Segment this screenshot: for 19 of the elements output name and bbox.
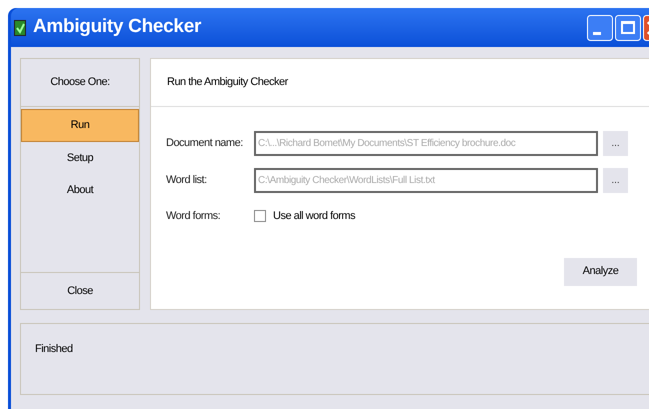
- checkbox[interactable]: [254, 210, 266, 222]
- sidebar-item[interactable]: Setup: [21, 142, 139, 174]
- panel-header: Run the Ambiguity Checker: [167, 75, 288, 90]
- sidebar-item[interactable]: Run: [21, 109, 139, 142]
- browse-button[interactable]: ...: [603, 168, 628, 193]
- maximize-icon[interactable]: [615, 14, 641, 40]
- minimize-icon[interactable]: [587, 14, 613, 40]
- window-title: Ambiguity Checker: [33, 15, 202, 40]
- field-label: Document name:: [166, 136, 244, 152]
- status-text: Finished: [35, 343, 73, 355]
- close-button[interactable]: Close: [21, 272, 139, 309]
- analyze-button[interactable]: Analyze: [564, 258, 637, 286]
- checkbox-label: Use all word forms: [273, 209, 356, 224]
- sidebar-item[interactable]: About: [21, 174, 139, 206]
- browse-button[interactable]: ...: [603, 131, 628, 156]
- sidebar-header: Choose One:: [50, 75, 110, 90]
- field-label: Word forms:: [166, 209, 222, 224]
- app-icon: [14, 20, 26, 36]
- field-label: Word list:: [166, 173, 208, 188]
